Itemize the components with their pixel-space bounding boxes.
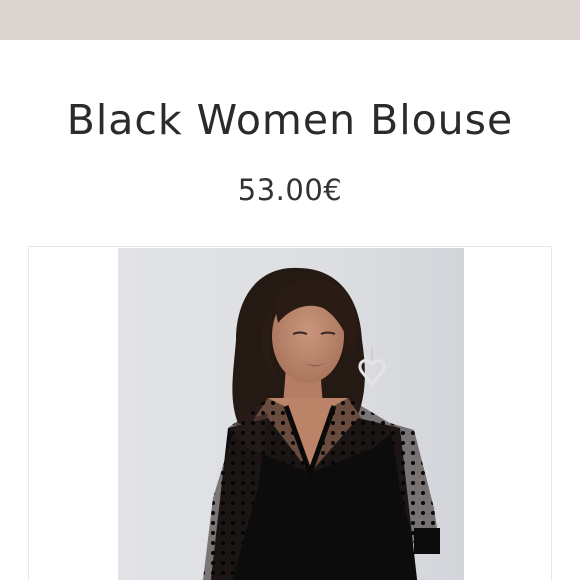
product-image-frame[interactable] bbox=[28, 246, 552, 580]
product-title: Black Women Blouse bbox=[66, 96, 514, 144]
product-price: 53.00€ bbox=[237, 173, 343, 207]
product-photo[interactable] bbox=[118, 248, 464, 580]
product-photo-illustration bbox=[118, 248, 464, 580]
sleeve-cuff bbox=[414, 528, 440, 554]
header-bar bbox=[0, 0, 580, 40]
product-page: Black Women Blouse 53.00€ bbox=[0, 0, 580, 580]
